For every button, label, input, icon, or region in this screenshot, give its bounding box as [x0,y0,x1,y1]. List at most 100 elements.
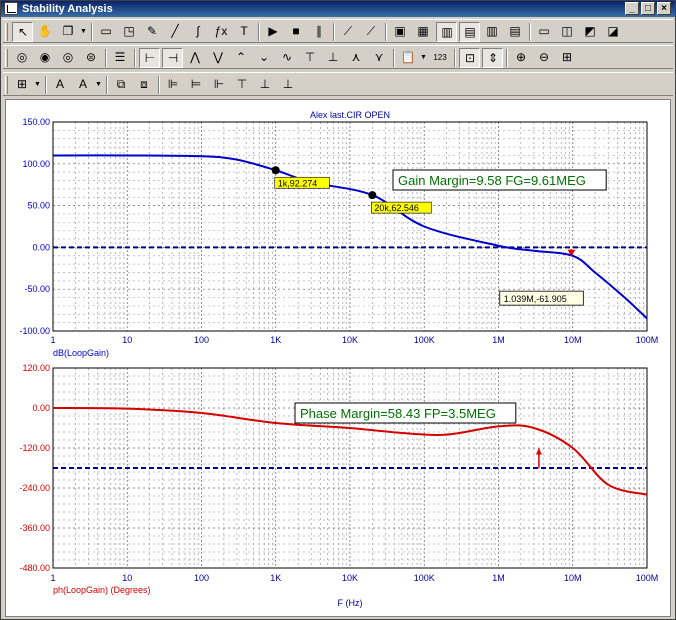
cursor-slope-icon: ⟋ [366,24,376,38]
local-low-button[interactable]: ⋎ [369,48,390,68]
send-back-button[interactable]: ⧈ [134,75,155,95]
color-palette-icon: ⊜ [85,50,97,64]
dropdown-arrow-icon[interactable]: ▼ [33,75,42,95]
phase-margin-text: Phase Margin=58.43 FP=3.5MEG [300,406,496,421]
minimize-button[interactable]: _ [625,2,639,15]
toolbar-grip[interactable] [5,49,8,67]
toolbar-grip[interactable] [5,23,8,41]
align-top-button[interactable]: ⊤ [232,75,253,95]
graph-window-icon: ◩ [584,24,596,38]
text-tool-button[interactable]: T [234,22,255,42]
bring-front-button[interactable]: ⧉ [111,75,132,95]
align-bottom-button[interactable]: ⊥ [278,75,299,95]
low-button[interactable]: ⌄ [254,48,275,68]
toolbar-separator [45,76,47,94]
text-color-button[interactable]: A [73,75,94,95]
align-middle-button[interactable]: ⊥ [255,75,276,95]
local-high-icon: ⋏ [351,50,361,64]
maximize-button[interactable]: □ [641,2,655,15]
x-tick-label: 10M [564,335,582,345]
layout-3-button[interactable]: ▥ [482,22,503,42]
close-button[interactable]: × [657,2,671,15]
cursor-left-icon: ⊢ [144,51,156,65]
pointer-arrow-button[interactable]: ↖ [12,22,33,42]
font-button[interactable]: A [50,75,71,95]
split-v-button[interactable]: ◫ [557,22,578,42]
data-points-button[interactable]: 123 [430,48,451,68]
zoom-in-button[interactable]: ⊕ [511,48,532,68]
pointer-arrow-icon: ↖ [17,25,29,39]
peak-button[interactable]: ⋀ [185,48,206,68]
toolbar-grip[interactable] [5,76,8,94]
text-tool-icon: T [240,24,248,38]
image-button[interactable]: ▭ [96,22,117,42]
gain-panel: 150.00 100.00 50.00 0.00 -50.00 -100.001 10 100… [19,110,658,358]
y-tick-label: -50.00 [24,284,50,294]
zoom-out-button[interactable]: ⊖ [534,48,555,68]
fit-window-button[interactable]: ⊡ [459,48,480,68]
layout-4-button[interactable]: ▤ [505,22,526,42]
export-graph-button[interactable]: ◪ [603,22,624,42]
cursor-slope-button[interactable]: ⟋ [361,22,382,42]
bode-plot[interactable]: 150.00100.0050.000.00-50.00-100.001 10 100… [6,100,672,618]
layout-2-button[interactable]: ▤ [459,22,480,42]
stop-button[interactable]: ■ [286,22,307,42]
align-center-button[interactable]: ⊨ [186,75,207,95]
graph-window-button[interactable]: ◩ [580,22,601,42]
tile-windows-button[interactable]: ▦ [413,22,434,42]
local-high-button[interactable]: ⋏ [346,48,367,68]
color-palette-button[interactable]: ⊜ [81,48,102,68]
title-bar[interactable]: Stability Analysis _ □ × [1,1,675,17]
edit-graph-button[interactable]: ✎ [142,22,163,42]
inflection-icon: ∿ [281,50,293,64]
y-tick-label: 50.00 [27,201,50,211]
stack-windows-button[interactable]: ▣ [390,22,411,42]
dropdown-arrow-icon[interactable]: ▼ [94,75,103,95]
valley-button[interactable]: ⋁ [208,48,229,68]
plot-area[interactable]: 150.00 100.00 50.00 0.00 -50.00 -100.00 1 10 100… [5,99,671,617]
clipboard-button[interactable]: 📋 [398,48,419,68]
align-bottom-icon: ⊥ [282,77,294,91]
fit-height-button[interactable]: ⇕ [482,48,503,68]
copy-dropdown-button[interactable]: ❐ [58,22,79,42]
zoom-preset-button[interactable]: ⊞ [557,48,578,68]
global-low-button[interactable]: ⊥ [323,48,344,68]
inflection-button[interactable]: ∿ [277,48,298,68]
zoom-reset-button[interactable]: ◎ [58,48,79,68]
x-tick-label: 100M [636,335,659,345]
dropdown-arrow-icon[interactable]: ▼ [419,48,428,68]
curve-draw-button[interactable]: ∫ [188,22,209,42]
cursor-tangent-button[interactable]: ⟋ [338,22,359,42]
zoom-prev-button[interactable]: ◉ [35,48,56,68]
zoom-fit-button[interactable]: ◎ [12,48,33,68]
properties-button[interactable]: ☰ [110,48,131,68]
grid-icon: ⊞ [16,77,28,91]
global-high-button[interactable]: ⊤ [300,48,321,68]
line-draw-button[interactable]: ╱ [165,22,186,42]
high-button[interactable]: ⌃ [231,48,252,68]
toolbar-separator [158,76,160,94]
zoom-window-button[interactable]: ◳ [119,22,140,42]
layout-1-button[interactable]: ▥ [436,22,457,42]
toolbar-separator [134,49,136,67]
bring-front-icon: ⧉ [116,77,126,91]
x-tick-label: 1 [50,335,55,345]
y-tick-label: 150.00 [22,117,50,127]
dropdown-arrow-icon[interactable]: ▼ [79,22,88,42]
gain-margin-text: Gain Margin=9.58 FG=9.61MEG [398,173,586,188]
x-tick-label: 10K [342,573,358,583]
align-right-button[interactable]: ⊩ [209,75,230,95]
pause-button[interactable]: ∥ [309,22,330,42]
zoom-fit-icon: ◎ [16,50,28,64]
y-axis-label: ph(LoopGain) (Degrees) [53,585,151,595]
y-tick-label: 100.00 [22,159,50,169]
function-button[interactable]: ƒx [211,22,232,42]
align-left-button[interactable]: ⊫ [163,75,184,95]
run-button[interactable]: ▶ [263,22,284,42]
split-h-button[interactable]: ▭ [534,22,555,42]
grid-button[interactable]: ⊞ [12,75,33,95]
cursor-right-button[interactable]: ⊣ [162,48,183,68]
x-tick-label: 1K [270,335,281,345]
cursor-left-button[interactable]: ⊢ [139,48,160,68]
hand-pan-button[interactable]: ✋ [35,22,56,42]
